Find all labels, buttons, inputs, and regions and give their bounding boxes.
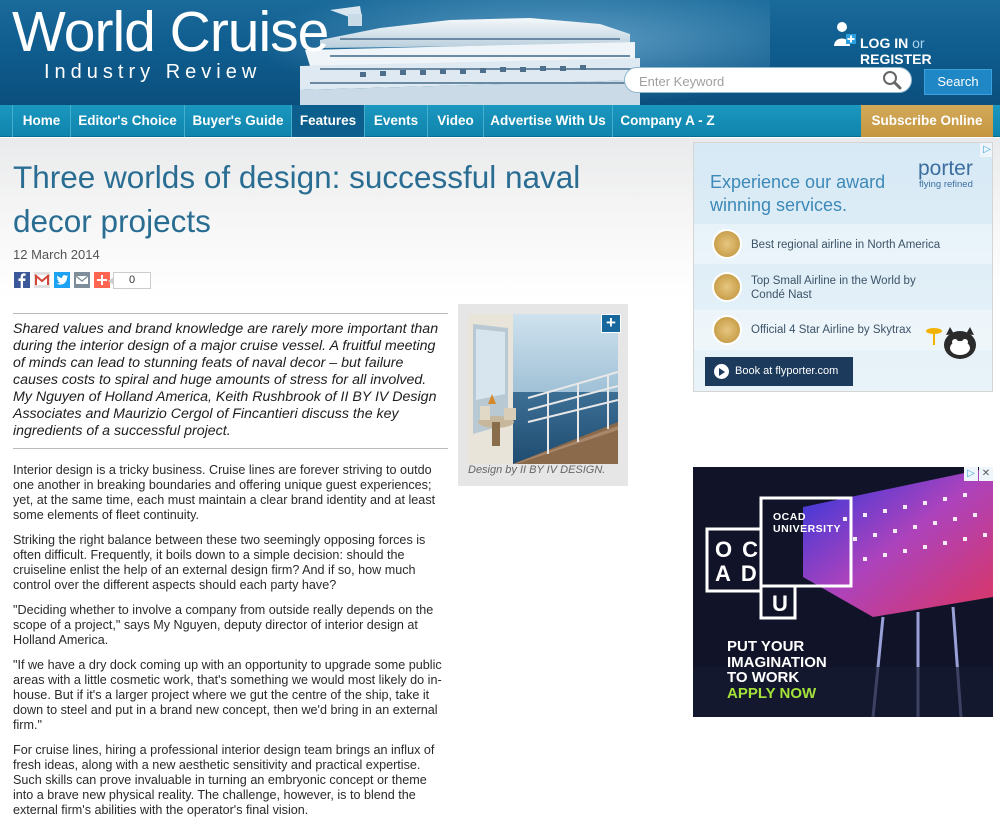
email-icon[interactable] — [74, 272, 90, 288]
ocad-university-label: OCAD UNIVERSITY — [773, 511, 842, 535]
cta-line: PUT YOUR — [727, 638, 805, 655]
nav-item-video[interactable]: Video — [427, 105, 483, 137]
article-title: Three worlds of design: successful naval… — [13, 159, 581, 239]
nav-item-features[interactable]: Features — [291, 105, 364, 137]
search-icon[interactable] — [881, 69, 903, 91]
porter-tagline: flying refined — [919, 179, 973, 190]
award-medal-icon — [712, 272, 742, 302]
figure-caption: Design by II BY IV DESIGN. — [468, 464, 606, 476]
award-text: Best regional airline in North America — [751, 239, 941, 251]
site-logo-title[interactable]: World Cruise — [12, 2, 329, 62]
nav-item-company-a-z[interactable]: Company A - Z — [612, 105, 722, 137]
article-lede: Shared values and brand knowledge are ra… — [13, 313, 448, 449]
login-register-links: LOG IN or REGISTER — [860, 35, 1000, 67]
ocad-cta: PUT YOUR IMAGINATION TO WORK — [727, 639, 827, 686]
gmail-icon[interactable] — [34, 272, 50, 288]
book-at-flyporter-button[interactable]: Book at flyporter.com — [705, 357, 853, 386]
porter-advertisement[interactable]: ▷ Experience our award winning services.… — [693, 142, 993, 392]
award-text: Top Small Airline in the World by Condé … — [751, 275, 916, 301]
site-header: World Cruise Industry Review LOG IN or R… — [0, 0, 1000, 105]
ocad-letters: OC — [715, 537, 768, 562]
expand-image-button[interactable]: + — [601, 314, 621, 333]
article-date: 12 March 2014 — [13, 247, 100, 262]
nav-item-events[interactable]: Events — [364, 105, 427, 137]
nav-item-advertise[interactable]: Advertise With Us — [483, 105, 612, 137]
raccoon-mascot-icon — [926, 327, 976, 359]
nav-item-home[interactable]: Home — [12, 105, 70, 137]
search-input[interactable] — [639, 71, 869, 91]
award-medal-icon — [712, 315, 742, 345]
porter-ad-headline: Experience our award winning services. — [710, 172, 886, 215]
site-logo-subtitle[interactable]: Industry Review — [44, 60, 261, 84]
ocad-letter-u: U — [772, 591, 798, 616]
or-label: or — [912, 35, 925, 51]
balcony-photo[interactable] — [468, 314, 618, 464]
article-paragraph: Interior design is a tricky business. Cr… — [13, 463, 436, 522]
search-button[interactable]: Search — [924, 69, 992, 95]
nav-item-editors-choice[interactable]: Editor's Choice — [70, 105, 184, 137]
close-ad-icon[interactable]: ✕ — [979, 467, 993, 481]
cta-line: TO WORK — [727, 669, 800, 686]
adchoices-icon[interactable]: ▷ — [964, 467, 978, 481]
adchoices-icon[interactable]: ▷ — [980, 143, 992, 157]
award-medal-icon — [712, 229, 742, 259]
main-navigation: Home Editor's Choice Buyer's Guide Featu… — [0, 105, 1000, 137]
article-body: Interior design is a tricky business. Cr… — [13, 463, 448, 828]
ocad-advertisement[interactable]: OC AD U OCAD UNIVERSITY PUT YOUR IMAGINA… — [693, 467, 993, 717]
search-box — [624, 67, 912, 93]
porter-award-row: Best regional airline in North America — [694, 224, 992, 264]
nav-item-buyers-guide[interactable]: Buyer's Guide — [184, 105, 291, 137]
porter-award-row: Top Small Airline in the World by Condé … — [694, 267, 992, 307]
article-paragraph: For cruise lines, hiring a professional … — [13, 743, 435, 817]
cta-line: IMAGINATION — [727, 653, 827, 671]
article-paragraph: Striking the right balance between these… — [13, 533, 426, 592]
porter-logo: porter — [918, 157, 973, 180]
ocad-letters: AD — [715, 561, 767, 586]
register-link[interactable]: REGISTER — [860, 51, 932, 67]
article-paragraph: "Deciding whether to involve a company f… — [13, 603, 434, 647]
subscribe-button[interactable]: Subscribe Online — [861, 105, 993, 137]
apply-now-link[interactable]: APPLY NOW — [727, 685, 816, 702]
user-icon[interactable] — [833, 20, 857, 50]
facebook-icon[interactable] — [14, 272, 30, 288]
login-link[interactable]: LOG IN — [860, 35, 908, 51]
share-count: 0 — [108, 272, 151, 289]
twitter-icon[interactable] — [54, 272, 70, 288]
award-text: Official 4 Star Airline by Skytrax — [751, 324, 912, 336]
cruise-ship-image — [300, 6, 640, 105]
article-paragraph: "If we have a dry dock coming up with an… — [13, 658, 442, 732]
